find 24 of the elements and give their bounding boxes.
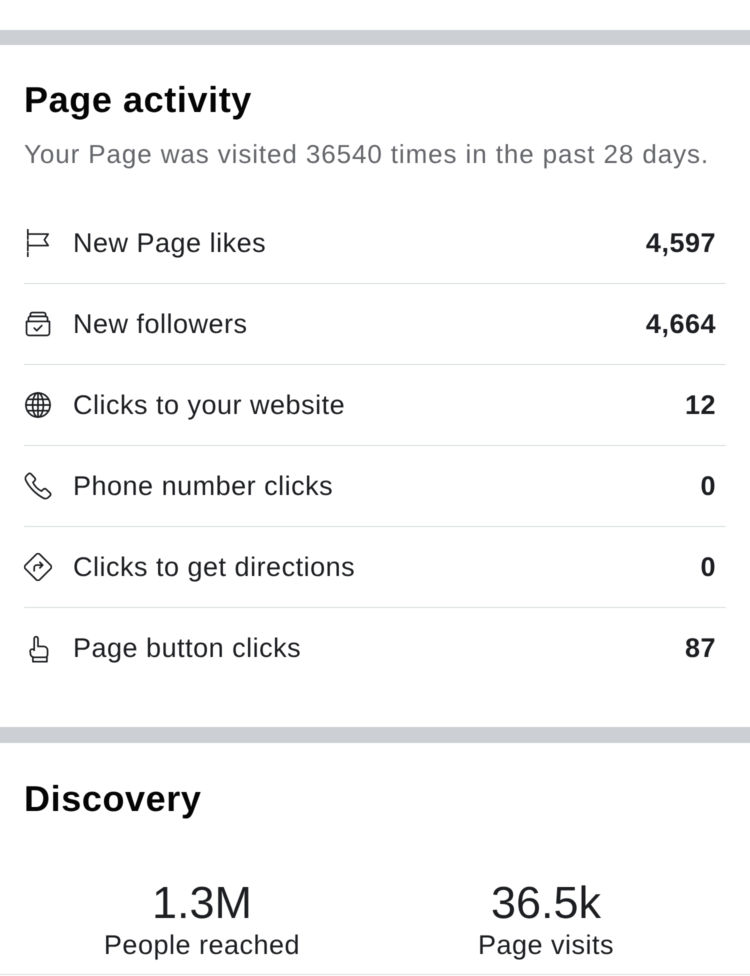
tray-check-icon xyxy=(24,310,52,338)
metric-label: Phone number clicks xyxy=(73,470,334,502)
metric-value: 4,664 xyxy=(646,308,716,340)
metric-value: 0 xyxy=(700,552,716,582)
globe-icon xyxy=(24,391,52,419)
metric-value: 0 xyxy=(700,470,716,502)
stat-label: People reached xyxy=(104,930,300,961)
turn-sign-icon xyxy=(24,553,52,581)
section-title: Page activity xyxy=(24,78,253,121)
metric-value: 4,597 xyxy=(646,228,716,258)
flag-icon xyxy=(24,229,52,257)
metric-label: New followers xyxy=(73,308,249,340)
stat-label: Page visits xyxy=(478,930,614,961)
metric-label: New Page likes xyxy=(73,228,268,258)
visits-summary: Your Page was visited 36540 times in the past 28 days. xyxy=(24,139,710,169)
metric-value: 87 xyxy=(684,633,716,664)
phone-icon xyxy=(24,472,52,500)
metric-label: Page button clicks xyxy=(73,633,302,664)
stat-value: 36.5k xyxy=(490,879,602,927)
stat-value: 1.3M xyxy=(152,879,252,927)
section-title: Discovery xyxy=(24,777,203,820)
metric-label: Clicks to your website xyxy=(73,390,346,420)
metric-value: 12 xyxy=(684,390,716,420)
metric-label: Clicks to get directions xyxy=(73,552,356,582)
